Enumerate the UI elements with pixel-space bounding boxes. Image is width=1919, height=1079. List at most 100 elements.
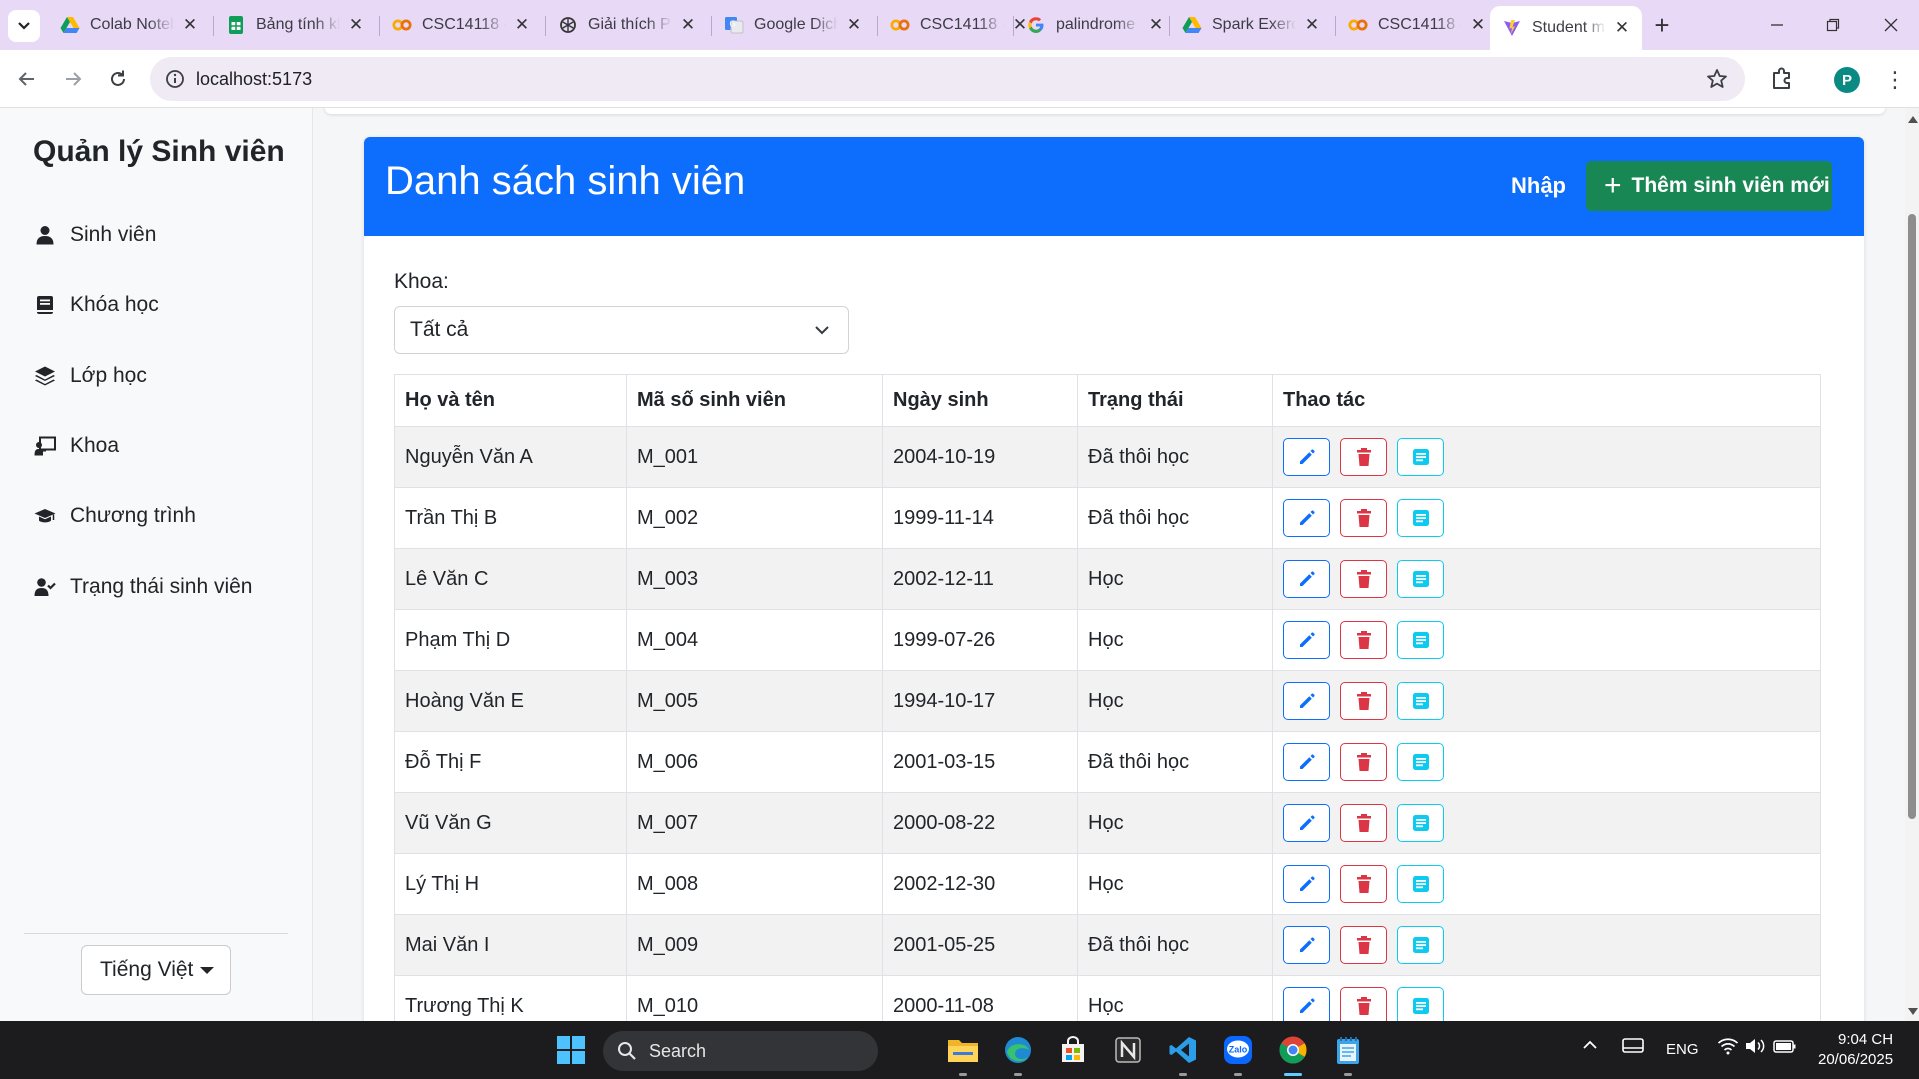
language-select[interactable]: Tiếng Việt: [81, 945, 231, 995]
file-explorer-icon[interactable]: [945, 1032, 981, 1068]
sidebar-item-trang-thai-sinh-vien[interactable]: Trạng thái sinh viên: [34, 567, 253, 607]
delete-button[interactable]: [1340, 621, 1387, 659]
browser-tab[interactable]: CSC14118 - Colab ✕: [1336, 8, 1498, 42]
edit-button[interactable]: [1283, 743, 1330, 781]
column-header-dob[interactable]: Ngày sinh: [882, 374, 1078, 427]
close-tab-icon[interactable]: ✕: [1468, 15, 1488, 35]
close-tab-icon[interactable]: ✕: [678, 15, 698, 35]
details-button[interactable]: [1397, 804, 1444, 842]
minimize-button[interactable]: [1762, 12, 1792, 38]
details-button[interactable]: [1397, 743, 1444, 781]
column-header-student-id[interactable]: Mã số sinh viên: [626, 374, 883, 427]
browser-tab[interactable]: Colab Notebooks ✕: [48, 8, 210, 42]
tab-search-button[interactable]: [8, 10, 40, 42]
taskbar-search-box[interactable]: Search: [603, 1031, 878, 1071]
tray-overflow-chevron-up-icon[interactable]: [1582, 1037, 1598, 1057]
close-tab-icon[interactable]: ✕: [180, 15, 200, 35]
edit-button[interactable]: [1283, 987, 1330, 1021]
taskbar-clock[interactable]: 9:04 CH 20/06/2025: [1818, 1030, 1893, 1070]
sidebar-item-lop-hoc[interactable]: Lớp học: [34, 356, 147, 396]
delete-button[interactable]: [1340, 987, 1387, 1021]
table-row[interactable]: Hoàng Văn E M_005 1994-10-17 Học: [394, 670, 1821, 732]
delete-button[interactable]: [1340, 438, 1387, 476]
table-row[interactable]: Đỗ Thị F M_006 2001-03-15 Đã thôi học: [394, 731, 1821, 793]
sidebar-item-khoa-hoc[interactable]: Khóa học: [34, 285, 159, 325]
delete-button[interactable]: [1340, 560, 1387, 598]
browser-tab[interactable]: palindrome - Google Search ✕: [1014, 8, 1176, 42]
reload-button[interactable]: [103, 64, 133, 94]
wifi-icon[interactable]: [1717, 1037, 1739, 1059]
bookmark-star-icon[interactable]: [1705, 67, 1729, 91]
delete-button[interactable]: [1340, 865, 1387, 903]
close-tab-icon[interactable]: ✕: [512, 15, 532, 35]
table-row[interactable]: Lê Văn C M_003 2002-12-11 Học: [394, 548, 1821, 610]
table-row[interactable]: Vũ Văn G M_007 2000-08-22 Học: [394, 792, 1821, 854]
scroll-up-arrow-icon[interactable]: [1908, 116, 1918, 123]
column-header-status[interactable]: Trạng thái: [1077, 374, 1273, 427]
sidebar-item-chuong-trinh[interactable]: Chương trình: [34, 496, 196, 536]
table-row[interactable]: Mai Văn I M_009 2001-05-25 Đã thôi học: [394, 914, 1821, 976]
edit-button[interactable]: [1283, 926, 1330, 964]
close-tab-icon[interactable]: ✕: [1302, 15, 1322, 35]
details-button[interactable]: [1397, 621, 1444, 659]
display-icon[interactable]: [1622, 1037, 1644, 1059]
profile-avatar[interactable]: P: [1834, 67, 1860, 93]
volume-icon[interactable]: [1744, 1037, 1766, 1059]
details-button[interactable]: [1397, 682, 1444, 720]
details-button[interactable]: [1397, 865, 1444, 903]
site-info-icon[interactable]: [164, 68, 186, 90]
close-window-button[interactable]: [1876, 12, 1906, 38]
faculty-filter-select[interactable]: Tất cả: [394, 306, 849, 354]
edit-button[interactable]: [1283, 560, 1330, 598]
new-tab-button[interactable]: +: [1648, 12, 1676, 40]
edit-button[interactable]: [1283, 499, 1330, 537]
details-button[interactable]: [1397, 438, 1444, 476]
store-icon[interactable]: [1055, 1032, 1091, 1068]
table-row[interactable]: Lý Thị H M_008 2002-12-30 Học: [394, 853, 1821, 915]
details-button[interactable]: [1397, 987, 1444, 1021]
scrollbar-thumb[interactable]: [1908, 214, 1916, 819]
edit-button[interactable]: [1283, 621, 1330, 659]
delete-button[interactable]: [1340, 499, 1387, 537]
browser-tab[interactable]: Spark Exercises ✕: [1170, 8, 1332, 42]
close-tab-icon[interactable]: ✕: [346, 15, 366, 35]
table-row[interactable]: Trần Thị B M_002 1999-11-14 Đã thôi học: [394, 487, 1821, 549]
delete-button[interactable]: [1340, 926, 1387, 964]
delete-button[interactable]: [1340, 743, 1387, 781]
edit-button[interactable]: [1283, 804, 1330, 842]
edit-button[interactable]: [1283, 438, 1330, 476]
notepad-icon[interactable]: [1330, 1032, 1366, 1068]
chrome-icon[interactable]: [1275, 1032, 1311, 1068]
edit-button[interactable]: [1283, 682, 1330, 720]
close-tab-icon[interactable]: ✕: [1612, 18, 1632, 38]
browser-tab[interactable]: G Google Dịch ✕: [712, 8, 874, 42]
zalo-icon[interactable]: Zalo: [1220, 1032, 1256, 1068]
column-header-name[interactable]: Họ và tên: [394, 374, 627, 427]
extensions-puzzle-icon[interactable]: [1768, 64, 1796, 92]
sidebar-item-khoa[interactable]: Khoa: [34, 426, 119, 466]
page-scrollbar[interactable]: [1905, 108, 1919, 1021]
input-language-indicator[interactable]: ENG: [1666, 1041, 1699, 1058]
start-button[interactable]: [553, 1032, 589, 1068]
back-button[interactable]: [12, 64, 42, 94]
details-button[interactable]: [1397, 499, 1444, 537]
details-button[interactable]: [1397, 560, 1444, 598]
forward-button[interactable]: [58, 64, 88, 94]
import-button[interactable]: Nhập: [1511, 173, 1566, 199]
close-tab-icon[interactable]: ✕: [844, 15, 864, 35]
scroll-down-arrow-icon[interactable]: [1908, 1008, 1918, 1015]
table-row[interactable]: Phạm Thị D M_004 1999-07-26 Học: [394, 609, 1821, 671]
browser-tab[interactable]: Student management ✕: [1490, 6, 1642, 50]
details-button[interactable]: [1397, 926, 1444, 964]
browser-menu-kebab-icon[interactable]: ⋮: [1884, 66, 1906, 94]
browser-tab[interactable]: CSC14118 - Colab ✕: [380, 8, 542, 42]
restore-button[interactable]: [1818, 12, 1848, 38]
address-bar[interactable]: localhost:5173: [150, 57, 1745, 101]
delete-button[interactable]: [1340, 682, 1387, 720]
edge-icon[interactable]: [1000, 1032, 1036, 1068]
browser-tab[interactable]: Bảng tính không có tiêu đề ✕: [214, 8, 376, 42]
table-row[interactable]: Nguyễn Văn A M_001 2004-10-19 Đã thôi học: [394, 426, 1821, 488]
browser-tab[interactable]: Giải thích Palindrome ✕: [546, 8, 708, 42]
add-student-button[interactable]: + Thêm sinh viên mới: [1586, 161, 1832, 211]
table-row[interactable]: Trương Thị K M_010 2000-11-08 Học: [394, 975, 1821, 1021]
